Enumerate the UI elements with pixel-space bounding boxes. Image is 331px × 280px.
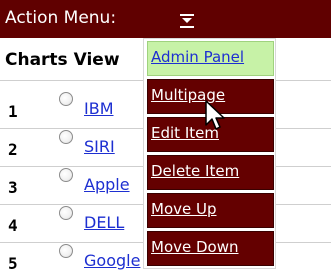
row-radio-button[interactable] (59, 206, 73, 220)
menu-item-label: Move Up (151, 200, 217, 218)
menu-item-admin-panel[interactable]: Admin Panel (147, 41, 274, 76)
row-number: 3 (8, 178, 18, 197)
row-link[interactable]: DELL (84, 213, 124, 232)
menu-item-move-up[interactable]: Move Up (147, 193, 274, 228)
action-dropdown-menu: Admin Panel Multipage Edit Item Delete I… (143, 38, 276, 269)
row-link[interactable]: IBM (84, 99, 114, 118)
menu-item-move-down[interactable]: Move Down (147, 231, 274, 266)
row-radio-button[interactable] (59, 130, 73, 144)
row-number: 4 (8, 216, 18, 235)
row-radio-button[interactable] (59, 92, 73, 106)
mouse-pointer-icon (205, 100, 225, 130)
row-link[interactable]: Google (84, 251, 140, 270)
menu-item-label: Delete Item (151, 162, 240, 180)
row-link[interactable]: SIRI (84, 137, 115, 156)
row-link[interactable]: Apple (84, 175, 130, 194)
dropdown-arrow-icon[interactable] (180, 9, 194, 29)
row-number: 1 (8, 102, 18, 121)
row-number: 2 (8, 140, 18, 159)
action-menu-bar[interactable]: Action Menu: (0, 0, 331, 38)
action-menu-label[interactable]: Action Menu: (5, 7, 116, 29)
menu-item-label: Move Down (151, 238, 239, 256)
row-radio-button[interactable] (59, 168, 73, 182)
menu-item-label: Admin Panel (151, 48, 245, 66)
table-title: Charts View (5, 50, 120, 70)
row-number: 5 (8, 254, 18, 273)
menu-item-delete-item[interactable]: Delete Item (147, 155, 274, 190)
row-radio-button[interactable] (59, 244, 73, 258)
